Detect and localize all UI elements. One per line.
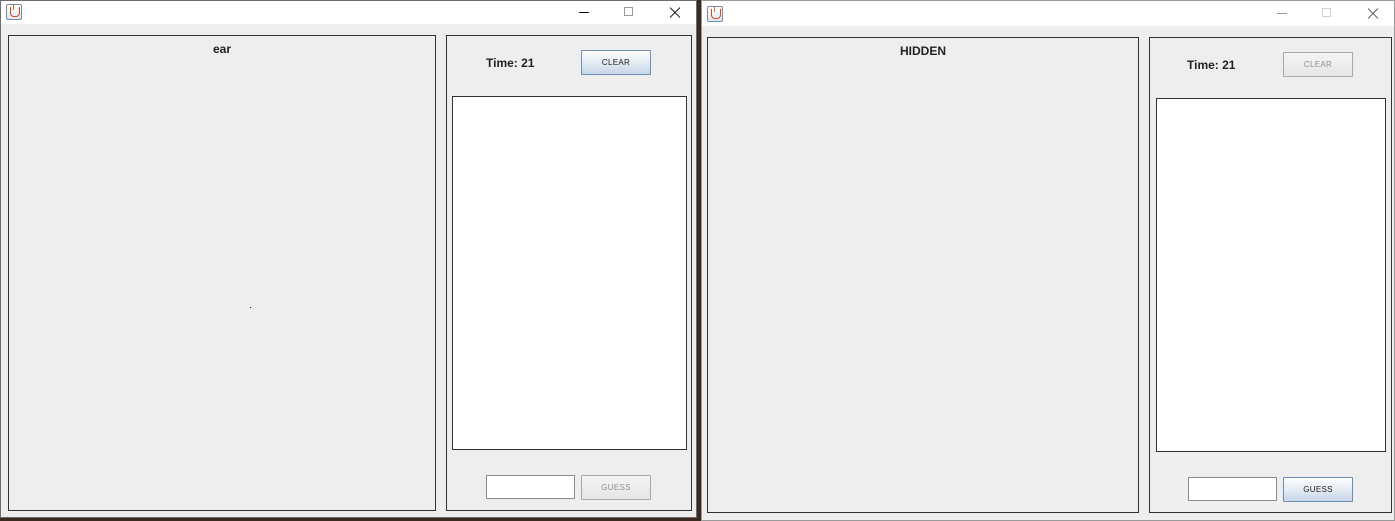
guess-button[interactable]: GUESS xyxy=(581,475,651,500)
guess-input[interactable] xyxy=(1188,477,1277,501)
side-panel: Time: 21 CLEAR GUESS xyxy=(446,35,692,511)
timer-label: Time: 21 xyxy=(486,56,535,70)
maximize-icon[interactable] xyxy=(607,1,651,24)
clear-button[interactable]: CLEAR xyxy=(581,50,651,75)
drawing-canvas[interactable]: ear xyxy=(8,35,436,511)
drawing-canvas: HIDDEN xyxy=(707,37,1139,513)
maximize-icon[interactable] xyxy=(1305,1,1349,26)
java-app-icon[interactable] xyxy=(707,6,723,22)
timer-label: Time: 21 xyxy=(1187,58,1236,72)
guess-button[interactable]: GUESS xyxy=(1283,477,1353,502)
word-label: ear xyxy=(212,42,232,56)
guess-log-area[interactable] xyxy=(452,96,687,450)
title-bar[interactable] xyxy=(1,1,696,24)
clear-button[interactable]: CLEAR xyxy=(1283,52,1353,77)
minimize-icon[interactable] xyxy=(1260,1,1304,26)
close-icon[interactable] xyxy=(652,1,696,24)
title-bar[interactable] xyxy=(702,1,1394,26)
drawn-stroke xyxy=(250,307,251,308)
guess-log-area[interactable] xyxy=(1156,98,1386,452)
java-app-icon[interactable] xyxy=(6,4,22,20)
drawer-window: ear Time: 21 CLEAR GUESS xyxy=(0,0,697,518)
side-panel: Time: 21 CLEAR GUESS xyxy=(1149,37,1392,513)
word-label: HIDDEN xyxy=(899,44,946,58)
guesser-window: HIDDEN Time: 21 CLEAR GUESS xyxy=(701,0,1395,521)
guess-input[interactable] xyxy=(486,475,575,499)
close-icon[interactable] xyxy=(1350,1,1394,26)
minimize-icon[interactable] xyxy=(562,1,606,24)
